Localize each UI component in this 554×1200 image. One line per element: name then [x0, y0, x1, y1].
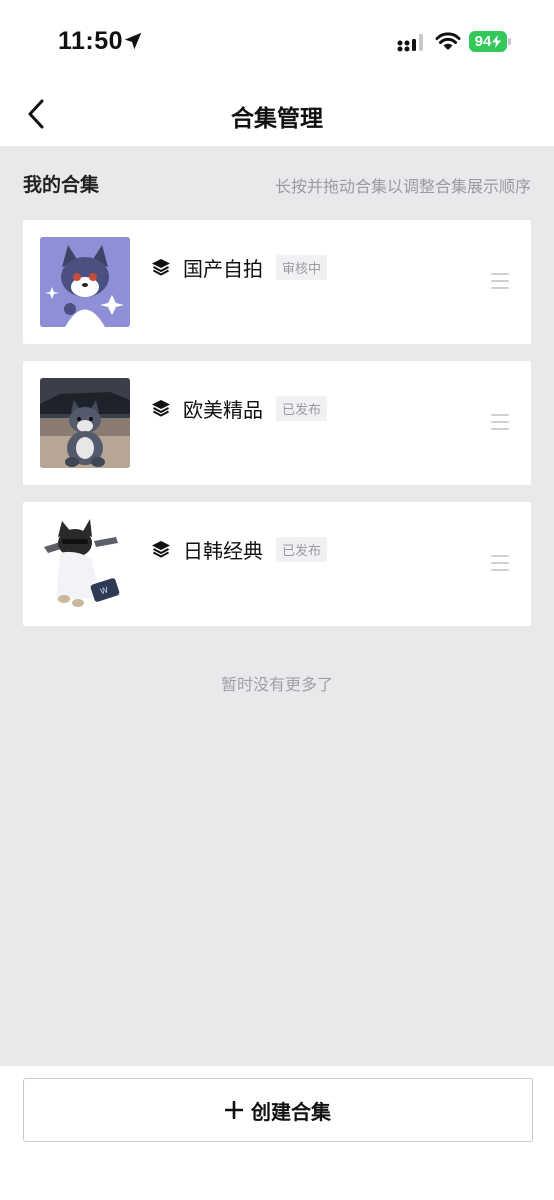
battery-cap: [508, 38, 511, 45]
create-collection-label: 创建合集: [251, 1099, 331, 1124]
nav-bar: 合集管理: [0, 84, 554, 146]
section-hint: 长按并拖动合集以调整合集展示顺序: [274, 177, 531, 196]
layers-icon: [152, 541, 170, 558]
section-title: 我的合集: [23, 174, 100, 196]
wolf-avatar-image: [40, 237, 130, 327]
cartoon-cat-image: W: [40, 519, 130, 609]
collection-thumbnail: W: [40, 519, 130, 609]
drag-handle-icon[interactable]: [491, 555, 509, 571]
status-badge: 已发布: [276, 396, 328, 421]
signal-icon: [397, 34, 423, 52]
collection-name: 日韩经典: [183, 539, 263, 563]
wifi-icon: [435, 32, 461, 50]
page-title: 合集管理: [231, 106, 323, 132]
drag-handle-icon[interactable]: [491, 414, 509, 430]
collection-card[interactable]: W 日韩经典 已发布: [23, 502, 531, 626]
bottom-bar: 创建合集: [0, 1066, 554, 1200]
drag-handle-icon[interactable]: [491, 273, 509, 289]
charging-bolt-icon: [492, 35, 502, 48]
layers-icon: [152, 400, 170, 417]
status-badge: 已发布: [276, 537, 328, 562]
battery-level: 94: [474, 33, 492, 50]
layers-icon: [152, 259, 170, 276]
plus-icon: [225, 1101, 243, 1119]
create-collection-button[interactable]: 创建合集: [23, 1078, 533, 1142]
status-badge: 审核中: [276, 255, 328, 280]
plush-toy-photo-image: [40, 378, 130, 468]
battery-icon: 94: [469, 31, 507, 52]
collection-card[interactable]: 欧美精品 已发布: [23, 361, 531, 485]
collection-thumbnail: [40, 237, 130, 327]
status-time: 11:50: [58, 27, 124, 55]
location-arrow-icon: [124, 32, 142, 50]
collection-name: 欧美精品: [183, 398, 263, 422]
collection-card[interactable]: 国产自拍 审核中: [23, 220, 531, 344]
end-of-list-text: 暂时没有更多了: [220, 675, 333, 694]
collection-thumbnail: [40, 378, 130, 468]
status-bar: 11:50 94: [0, 0, 554, 84]
collection-management-page: 11:50 94 合集管理 我的合集 长按并拖动合集以调整合集展示顺序 国产自拍…: [0, 0, 554, 1200]
collection-name: 国产自拍: [183, 257, 263, 281]
